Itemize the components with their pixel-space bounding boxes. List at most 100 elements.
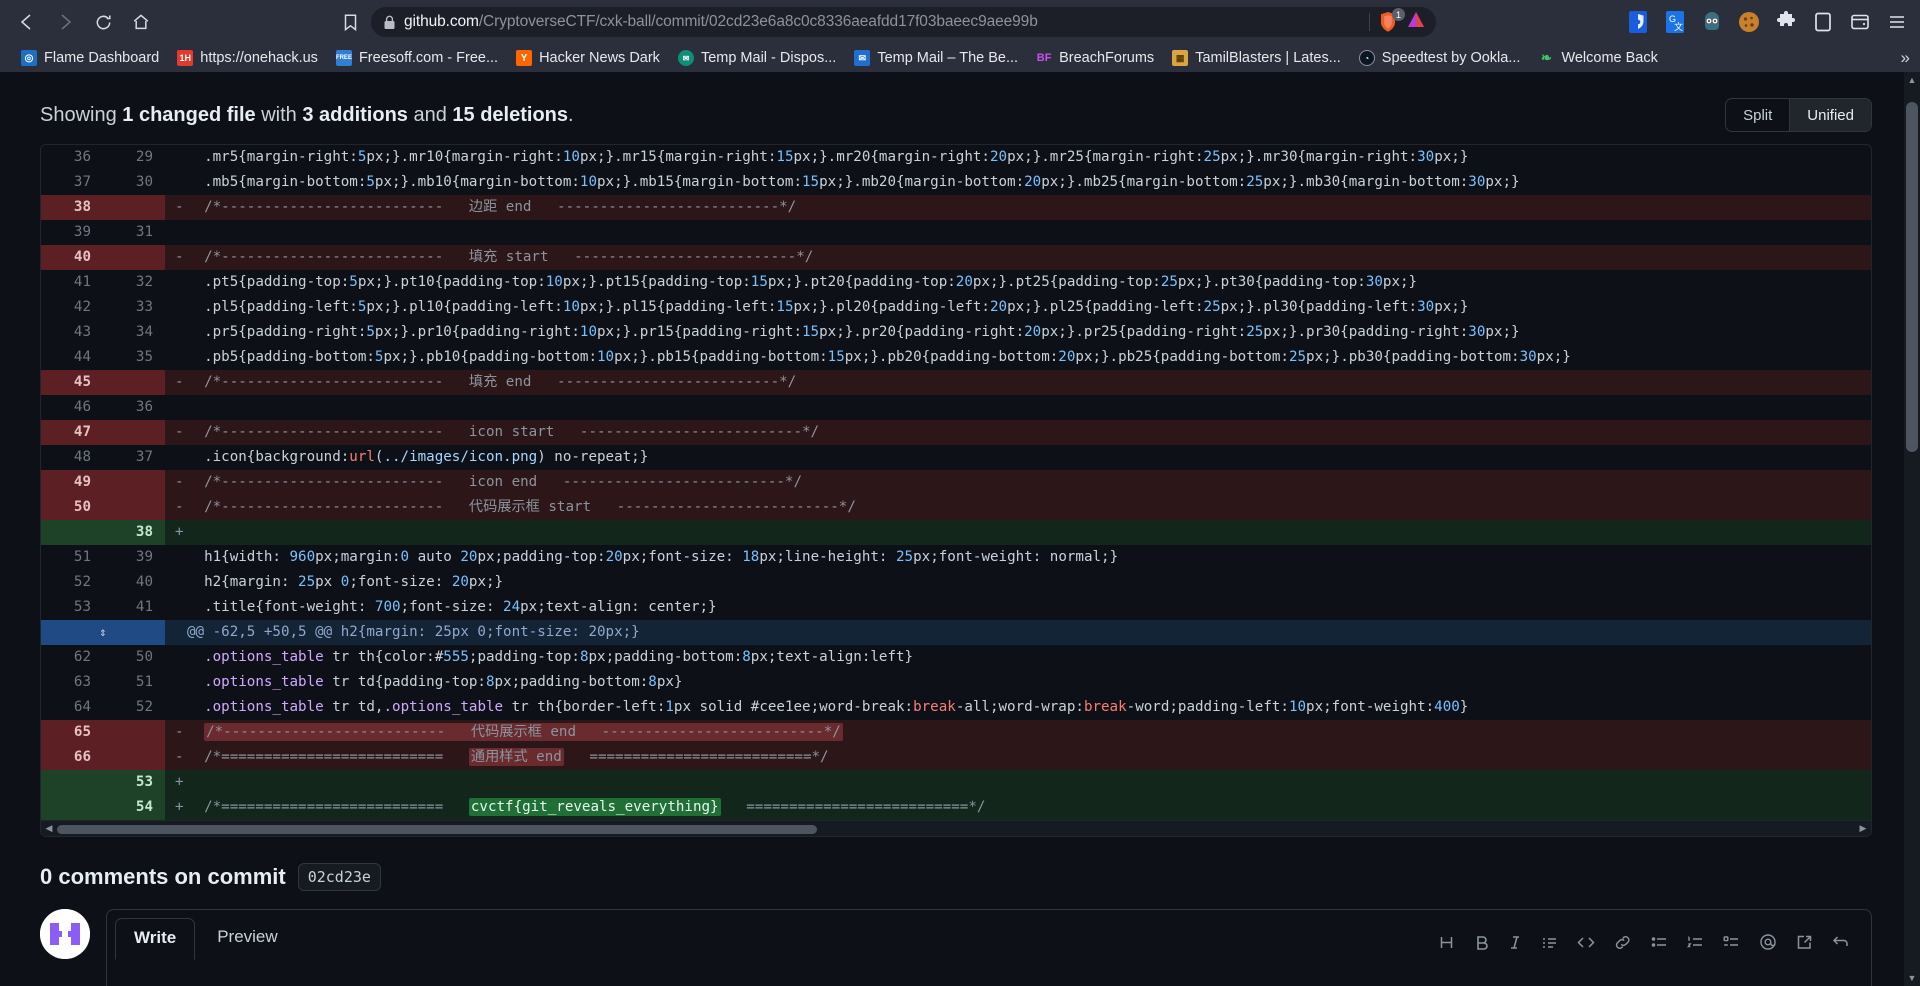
- forward-button[interactable]: [48, 5, 82, 39]
- diff-old-line-number[interactable]: 39: [41, 220, 103, 245]
- bookmark-item[interactable]: ✉ Temp Mail – The Be...: [845, 47, 1027, 69]
- diff-old-line-number[interactable]: 64: [41, 695, 103, 720]
- diff-old-line-number[interactable]: 65: [41, 720, 103, 745]
- task-list-icon[interactable]: [1723, 934, 1740, 951]
- heading-icon[interactable]: [1438, 934, 1455, 951]
- diff-new-line-number[interactable]: 31: [103, 220, 165, 245]
- diff-old-line-number[interactable]: 41: [41, 270, 103, 295]
- diff-old-line-number[interactable]: 62: [41, 645, 103, 670]
- unordered-list-icon[interactable]: [1651, 934, 1668, 951]
- bookmarks-overflow-button[interactable]: »: [1901, 48, 1910, 68]
- diff-old-line-number[interactable]: 49: [41, 470, 103, 495]
- diff-new-line-number[interactable]: 30: [103, 170, 165, 195]
- wallet-icon[interactable]: [1847, 9, 1873, 35]
- unified-view-button[interactable]: Unified: [1790, 99, 1871, 131]
- cross-reference-icon[interactable]: [1796, 934, 1813, 951]
- scrollbar-track[interactable]: [57, 824, 1855, 834]
- reload-button[interactable]: [86, 5, 120, 39]
- home-button[interactable]: [124, 5, 158, 39]
- diff-old-line-number[interactable]: 51: [41, 545, 103, 570]
- diff-new-line-number[interactable]: [103, 495, 165, 520]
- bookmark-item[interactable]: ❧ Welcome Back: [1529, 47, 1666, 69]
- reply-icon[interactable]: [1832, 934, 1849, 951]
- bookmark-item[interactable]: ▦ TamilBlasters | Lates...: [1163, 47, 1350, 69]
- bookmark-item[interactable]: FREE Freesoff.com - Free...: [327, 47, 507, 69]
- diff-new-line-number[interactable]: 54: [103, 795, 165, 820]
- split-view-button[interactable]: Split: [1726, 99, 1791, 131]
- tab-preview[interactable]: Preview: [199, 918, 295, 959]
- diff-old-line-number[interactable]: 43: [41, 320, 103, 345]
- diff-new-line-number[interactable]: 32: [103, 270, 165, 295]
- scrollbar-thumb[interactable]: [57, 824, 817, 834]
- diff-old-line-number[interactable]: 38: [41, 195, 103, 220]
- bookmark-item[interactable]: 1H https://onehack.us: [168, 47, 327, 69]
- diff-new-line-number[interactable]: [103, 370, 165, 395]
- diff-old-line-number[interactable]: 36: [41, 145, 103, 170]
- diff-old-line-number[interactable]: [41, 520, 103, 545]
- ordered-list-icon[interactable]: [1687, 934, 1704, 951]
- diff-new-line-number[interactable]: 51: [103, 670, 165, 695]
- cookie-editor-extension-icon[interactable]: [1736, 9, 1762, 35]
- diff-new-line-number[interactable]: 29: [103, 145, 165, 170]
- diff-old-line-number[interactable]: 46: [41, 395, 103, 420]
- quote-icon[interactable]: [1541, 934, 1558, 951]
- link-icon[interactable]: [1614, 934, 1632, 951]
- brave-rewards-icon[interactable]: [1406, 10, 1426, 35]
- diff-new-line-number[interactable]: 35: [103, 345, 165, 370]
- diff-horizontal-scrollbar[interactable]: ◀ ▶: [41, 820, 1871, 836]
- scroll-down-arrow[interactable]: ▼: [1904, 970, 1920, 986]
- diff-new-line-number[interactable]: 40: [103, 570, 165, 595]
- diff-new-line-number[interactable]: 41: [103, 595, 165, 620]
- diff-new-line-number[interactable]: [103, 470, 165, 495]
- italic-icon[interactable]: [1508, 934, 1522, 951]
- diff-old-line-number[interactable]: [41, 795, 103, 820]
- diff-new-line-number[interactable]: [103, 245, 165, 270]
- diff-new-line-number[interactable]: [103, 195, 165, 220]
- diff-old-line-number[interactable]: 48: [41, 445, 103, 470]
- diff-old-line-number[interactable]: ⇕: [41, 620, 165, 645]
- diff-new-line-number[interactable]: 50: [103, 645, 165, 670]
- google-translate-extension-icon[interactable]: G文: [1662, 9, 1688, 35]
- bitwarden-extension-icon[interactable]: [1625, 9, 1651, 35]
- scroll-right-arrow[interactable]: ▶: [1855, 823, 1871, 834]
- diff-new-line-number[interactable]: 34: [103, 320, 165, 345]
- diff-old-line-number[interactable]: 45: [41, 370, 103, 395]
- page-scrollbar-thumb[interactable]: [1906, 102, 1918, 452]
- bookmark-item[interactable]: ◔ Speedtest by Ookla...: [1350, 47, 1530, 69]
- diff-new-line-number[interactable]: 37: [103, 445, 165, 470]
- tab-write[interactable]: Write: [115, 918, 196, 960]
- diff-old-line-number[interactable]: [41, 770, 103, 795]
- sidebar-toggle-icon[interactable]: [1810, 9, 1836, 35]
- address-bar[interactable]: github.com/CryptoverseCTF/cxk-ball/commi…: [371, 7, 1436, 37]
- bookmark-item[interactable]: BF BreachForums: [1027, 47, 1163, 69]
- code-icon[interactable]: [1577, 934, 1595, 951]
- expand-hunk-icon[interactable]: ⇕: [96, 626, 110, 641]
- diff-new-line-number[interactable]: 53: [103, 770, 165, 795]
- scroll-up-arrow[interactable]: ▲: [1904, 72, 1920, 88]
- bookmark-item[interactable]: ✉ Temp Mail - Dispos...: [669, 47, 845, 69]
- diff-new-line-number[interactable]: 39: [103, 545, 165, 570]
- diff-old-line-number[interactable]: 47: [41, 420, 103, 445]
- back-button[interactable]: [10, 5, 44, 39]
- mention-icon[interactable]: [1759, 933, 1777, 951]
- bookmark-icon[interactable]: [335, 7, 365, 37]
- diff-new-line-number[interactable]: [103, 720, 165, 745]
- diff-old-line-number[interactable]: 37: [41, 170, 103, 195]
- diff-new-line-number[interactable]: 33: [103, 295, 165, 320]
- extensions-puzzle-icon[interactable]: [1773, 9, 1799, 35]
- diff-old-line-number[interactable]: 40: [41, 245, 103, 270]
- diff-new-line-number[interactable]: 52: [103, 695, 165, 720]
- browser-menu-icon[interactable]: [1884, 9, 1910, 35]
- diff-new-line-number[interactable]: 38: [103, 520, 165, 545]
- brave-shields-icon[interactable]: 1: [1378, 8, 1405, 33]
- diff-old-line-number[interactable]: 42: [41, 295, 103, 320]
- bold-icon[interactable]: [1474, 934, 1489, 951]
- bookmark-item[interactable]: Y Hacker News Dark: [507, 47, 669, 69]
- commit-sha[interactable]: 02cd23e: [297, 863, 381, 891]
- diff-old-line-number[interactable]: 44: [41, 345, 103, 370]
- diff-old-line-number[interactable]: 53: [41, 595, 103, 620]
- diff-new-line-number[interactable]: [103, 745, 165, 770]
- diff-old-line-number[interactable]: 66: [41, 745, 103, 770]
- diff-old-line-number[interactable]: 50: [41, 495, 103, 520]
- scroll-left-arrow[interactable]: ◀: [41, 823, 57, 834]
